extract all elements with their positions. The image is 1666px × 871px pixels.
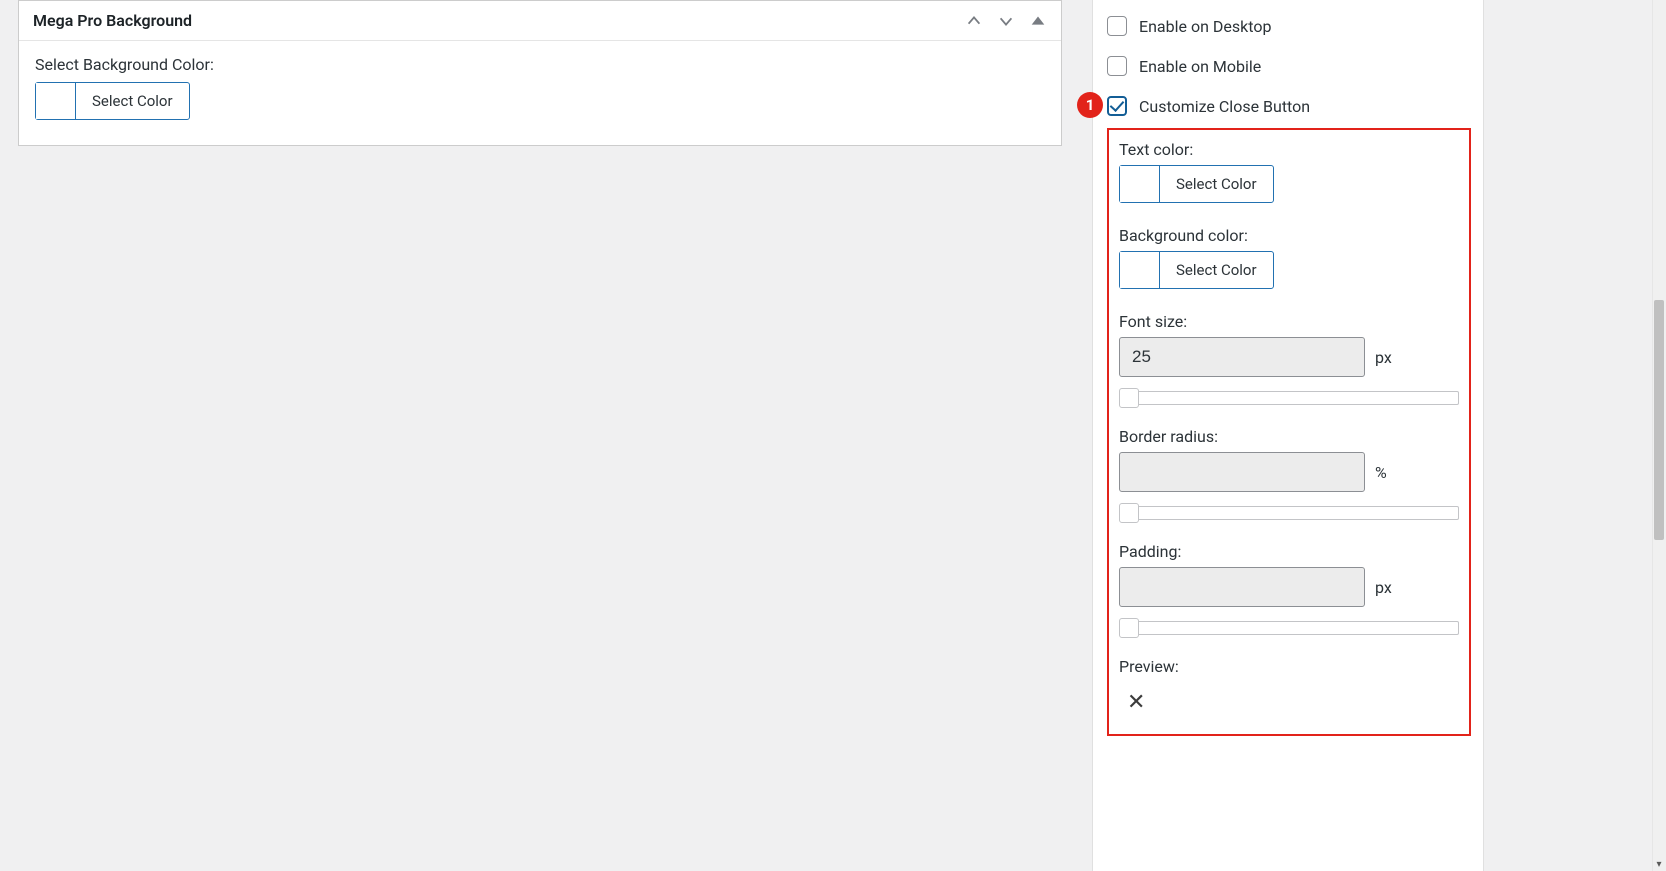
select-text-color-button[interactable]: Select Color <box>1119 165 1274 203</box>
padding-slider[interactable] <box>1119 619 1459 637</box>
color-swatch <box>1120 252 1160 288</box>
padding-group: Padding: px <box>1119 542 1459 637</box>
bg-color-label: Select Background Color: <box>35 55 1045 74</box>
slider-bar <box>1135 506 1459 520</box>
text-color-label: Text color: <box>1119 140 1459 159</box>
close-button-settings-panel: Enable on Desktop Enable on Mobile 1 Cus… <box>1092 0 1484 871</box>
preview-group: Preview: ✕ <box>1119 657 1459 714</box>
customize-close-checkbox[interactable] <box>1107 96 1127 116</box>
color-swatch <box>36 83 76 119</box>
border-radius-unit: % <box>1375 463 1387 482</box>
border-radius-slider[interactable] <box>1119 504 1459 522</box>
select-color-label: Select Color <box>76 83 189 119</box>
vertical-scrollbar[interactable]: ▾ <box>1652 0 1666 871</box>
font-size-input[interactable] <box>1119 337 1365 377</box>
enable-mobile-label: Enable on Mobile <box>1139 57 1261 76</box>
select-bg-color-button[interactable]: Select Color <box>1119 251 1274 289</box>
move-up-icon[interactable] <box>965 12 983 30</box>
enable-mobile-checkbox[interactable] <box>1107 56 1127 76</box>
customize-close-settings: Text color: Select Color Background colo… <box>1107 128 1471 736</box>
metabox-body: Select Background Color: Select Color <box>19 41 1061 145</box>
close-icon: ✕ <box>1119 682 1459 714</box>
customize-close-label: Customize Close Button <box>1139 97 1310 116</box>
select-color-label: Select Color <box>1160 252 1273 288</box>
slider-handle[interactable] <box>1119 618 1139 638</box>
metabox-handles <box>965 12 1047 30</box>
bg-color-group: Background color: Select Color <box>1119 226 1459 292</box>
font-size-group: Font size: px <box>1119 312 1459 407</box>
toggle-panel-icon[interactable] <box>1029 12 1047 30</box>
padding-label: Padding: <box>1119 542 1459 561</box>
metabox-header: Mega Pro Background <box>19 1 1061 41</box>
enable-desktop-row: Enable on Desktop <box>1107 6 1471 46</box>
select-color-label: Select Color <box>1160 166 1273 202</box>
slider-handle[interactable] <box>1119 388 1139 408</box>
slider-handle[interactable] <box>1119 503 1139 523</box>
metabox-title: Mega Pro Background <box>33 11 192 30</box>
annotation-badge-1: 1 <box>1077 92 1103 118</box>
scroll-down-icon[interactable]: ▾ <box>1652 857 1666 871</box>
customize-close-row: 1 Customize Close Button <box>1107 86 1471 126</box>
border-radius-label: Border radius: <box>1119 427 1459 446</box>
enable-desktop-label: Enable on Desktop <box>1139 17 1271 36</box>
font-size-label: Font size: <box>1119 312 1459 331</box>
preview-label: Preview: <box>1119 657 1459 676</box>
move-down-icon[interactable] <box>997 12 1015 30</box>
bg-color-label: Background color: <box>1119 226 1459 245</box>
scrollbar-thumb[interactable] <box>1654 300 1664 540</box>
font-size-unit: px <box>1375 348 1392 367</box>
enable-desktop-checkbox[interactable] <box>1107 16 1127 36</box>
slider-bar <box>1135 621 1459 635</box>
enable-mobile-row: Enable on Mobile <box>1107 46 1471 86</box>
padding-unit: px <box>1375 578 1392 597</box>
padding-input[interactable] <box>1119 567 1365 607</box>
font-size-slider[interactable] <box>1119 389 1459 407</box>
select-bg-color-button[interactable]: Select Color <box>35 82 190 120</box>
color-swatch <box>1120 166 1160 202</box>
mega-pro-background-metabox: Mega Pro Background Select Background Co… <box>18 0 1062 146</box>
text-color-group: Text color: Select Color <box>1119 140 1459 206</box>
border-radius-input[interactable] <box>1119 452 1365 492</box>
slider-bar <box>1135 391 1459 405</box>
border-radius-group: Border radius: % <box>1119 427 1459 522</box>
